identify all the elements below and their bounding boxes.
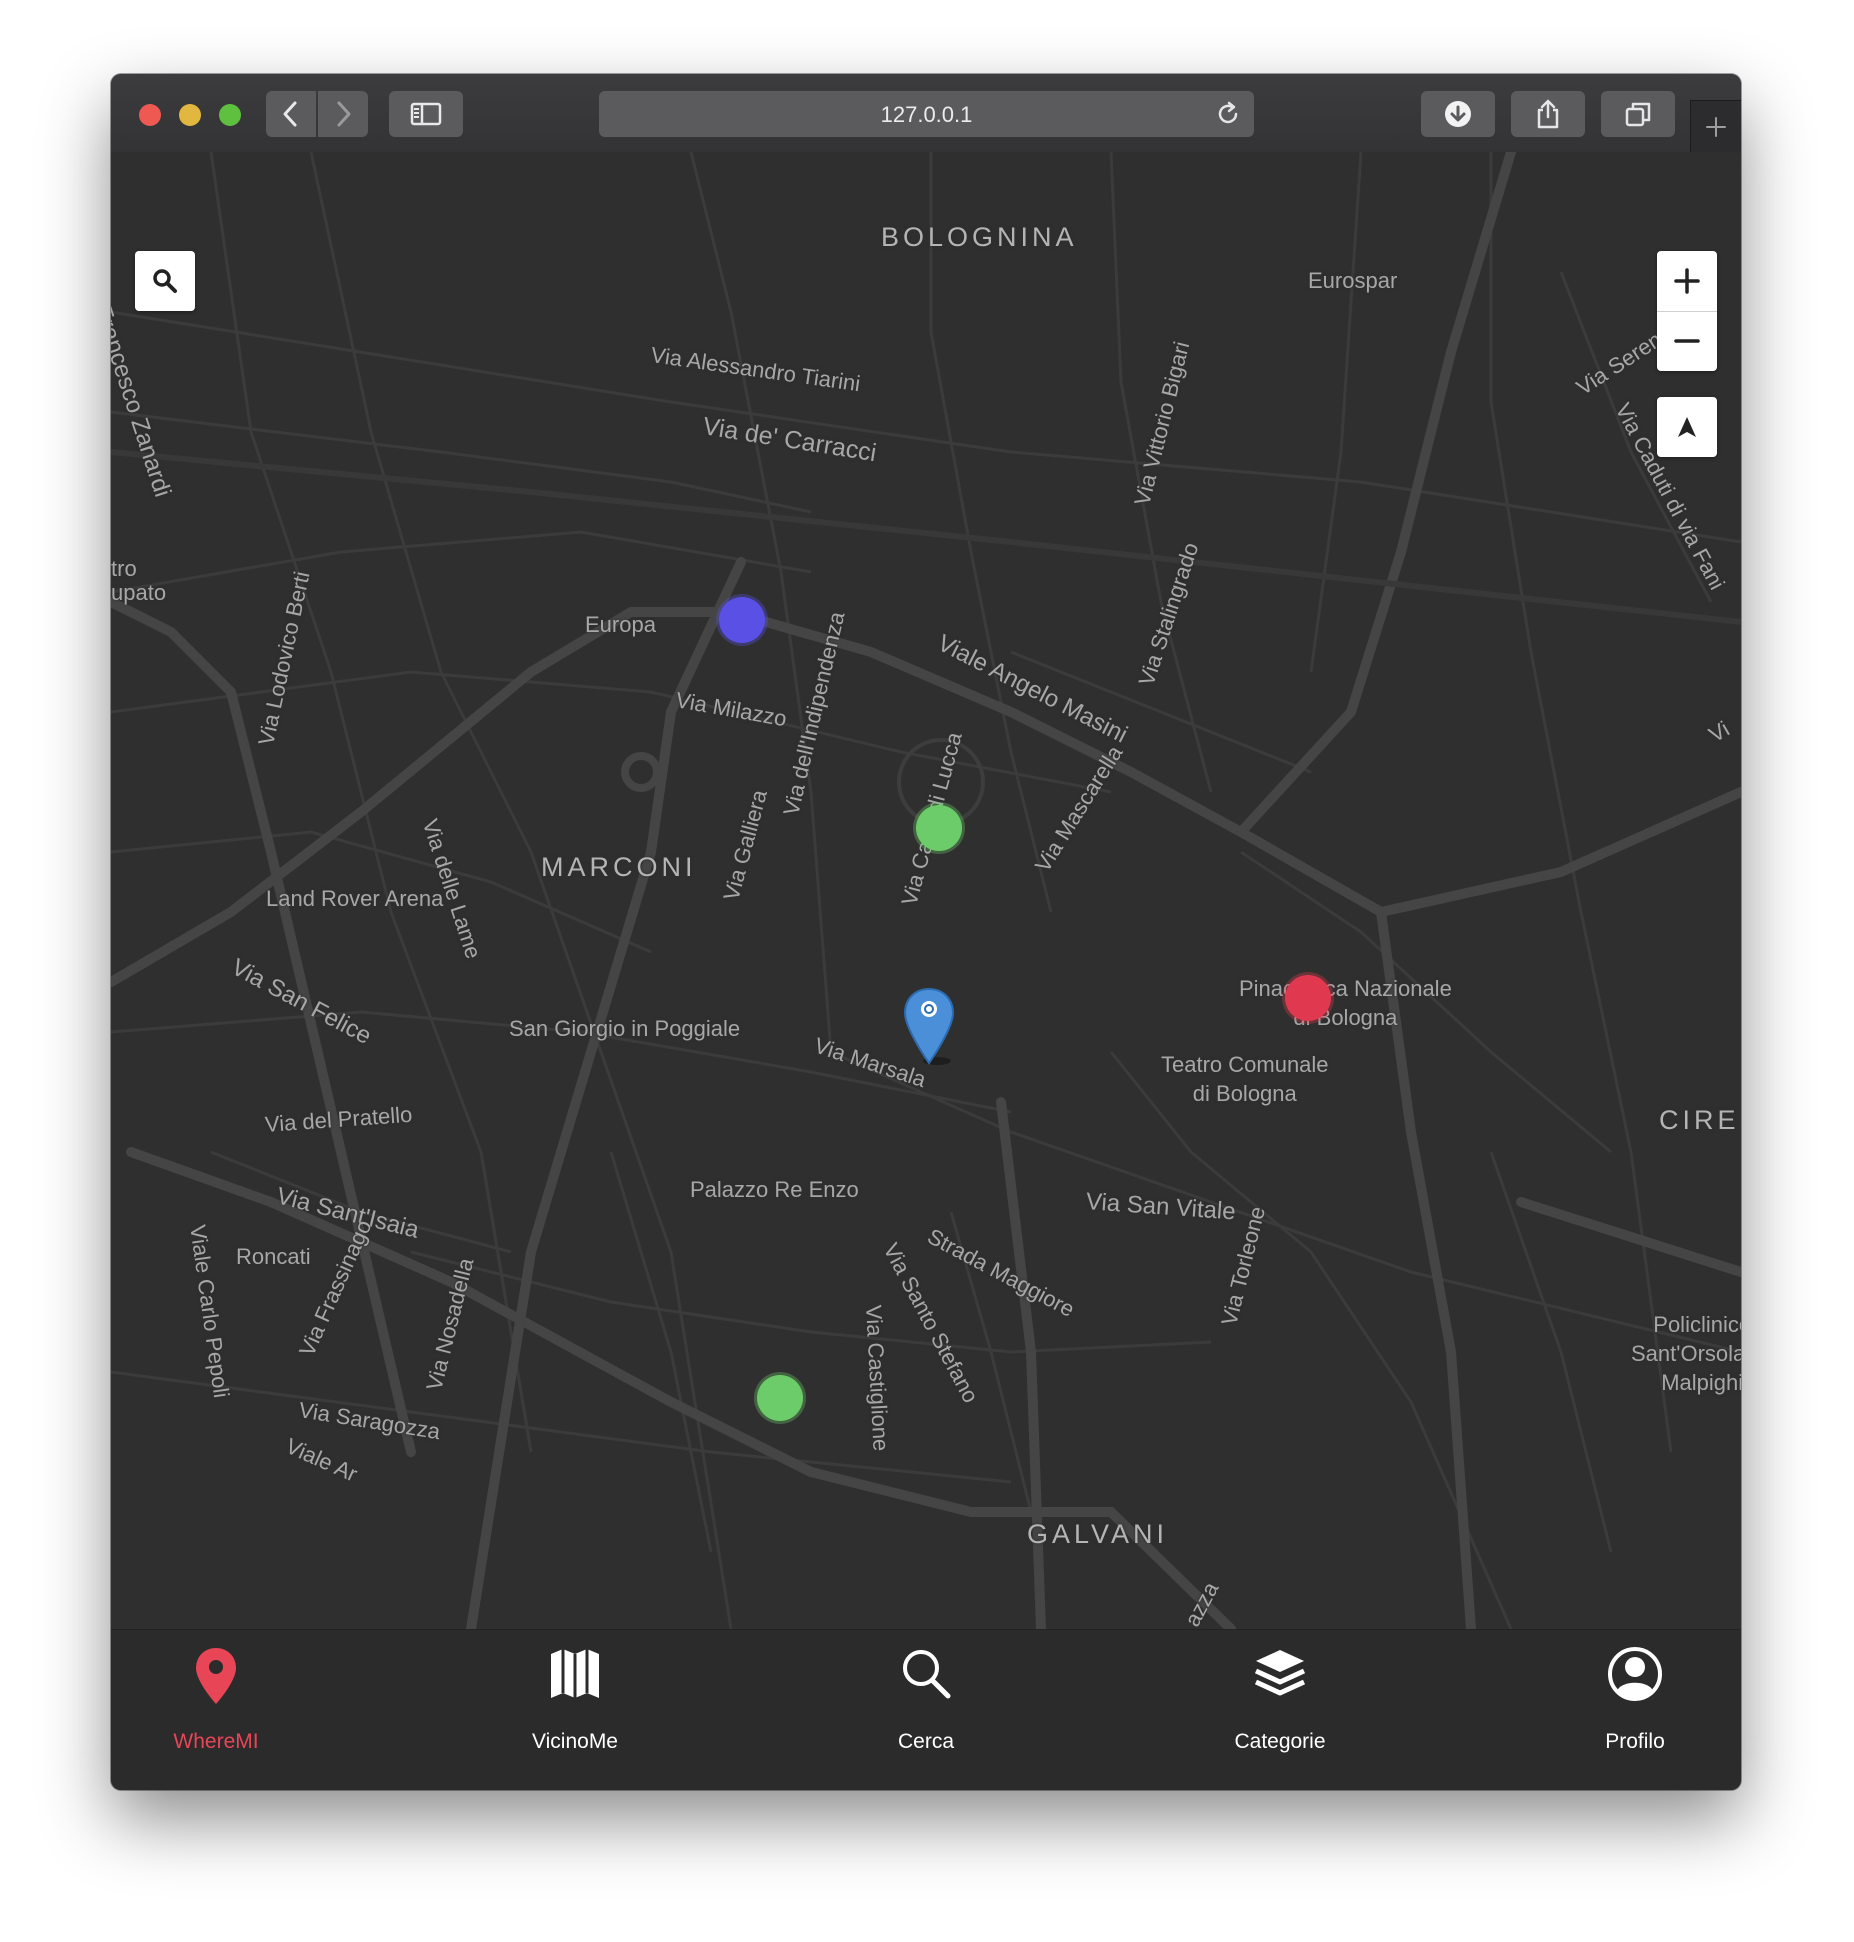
browser-toolbar: 127.0.0.1 (111, 74, 1741, 153)
poi-label: Policlinico Sant'Orsola — Malpighi (1631, 1312, 1741, 1395)
map-view[interactable]: BOLOGNINA MARCONI GALVANI CIRE Via Aless… (111, 152, 1741, 1629)
tab-overview-button[interactable] (1601, 91, 1675, 137)
bottom-tab-bar: WhereMI VicinoMe Cerca Categorie Profilo (111, 1629, 1741, 1790)
user-circle-icon (1608, 1647, 1662, 1701)
user-location-pin-icon[interactable] (903, 987, 955, 1067)
close-window-button[interactable] (139, 104, 161, 126)
sidebar-toggle-button[interactable] (389, 91, 463, 137)
poi-label: Teatro Comunale di Bologna (1161, 1052, 1329, 1106)
address-bar[interactable]: 127.0.0.1 (599, 91, 1254, 137)
street-label: Roncati (236, 1244, 311, 1269)
map-icon (551, 1649, 599, 1698)
tab-label: Categorie (1234, 1730, 1326, 1753)
street-label: Europa (585, 612, 656, 637)
search-icon (153, 269, 177, 293)
zoom-control (1657, 251, 1717, 371)
minimize-window-button[interactable] (179, 104, 201, 126)
map-search-button[interactable] (135, 251, 195, 311)
tabs-icon (1625, 102, 1651, 127)
tab-label: VicinoMe (532, 1730, 618, 1753)
tab-label: Cerca (897, 1730, 955, 1753)
tab-categorie[interactable]: Categorie (1180, 1630, 1380, 1790)
zoom-in-button[interactable] (1657, 251, 1717, 312)
maximize-window-button[interactable] (219, 104, 241, 126)
navigation-arrow-icon (1678, 417, 1696, 437)
poi-label: Pinacoteca Nazionale di Bologna (1239, 976, 1452, 1030)
tab-wheremi[interactable]: WhereMI (116, 1630, 316, 1790)
district-label: MARCONI (541, 852, 697, 882)
map-pin-icon (196, 1648, 236, 1704)
search-icon (903, 1650, 951, 1699)
district-label: BOLOGNINA (881, 222, 1078, 252)
forward-icon (337, 101, 351, 127)
downloads-button[interactable] (1421, 91, 1495, 137)
reload-icon[interactable] (1214, 100, 1242, 128)
map-marker[interactable] (1285, 975, 1331, 1021)
share-icon (1537, 99, 1559, 129)
street-label: tro (111, 556, 137, 581)
street-label: upato (111, 580, 167, 605)
back-button[interactable] (266, 91, 316, 137)
minus-icon (1674, 339, 1700, 343)
tab-cerca[interactable]: Cerca (826, 1630, 1026, 1790)
sidebar-icon (410, 102, 442, 126)
map-marker[interactable] (719, 597, 765, 643)
street-label: Eurospar (1308, 268, 1398, 293)
browser-window: 127.0.0.1 BOLOGNINA MARCONI GALVANI CIRE… (111, 74, 1741, 1790)
forward-button[interactable] (318, 91, 368, 137)
tab-label: Profilo (1605, 1730, 1665, 1753)
layers-icon (1254, 1650, 1306, 1696)
new-tab-icon (1706, 117, 1726, 137)
poi-label: Land Rover Arena (266, 886, 444, 911)
district-label: GALVANI (1027, 1519, 1169, 1549)
tab-label: WhereMI (173, 1730, 259, 1753)
zoom-out-button[interactable] (1657, 311, 1717, 371)
url-text: 127.0.0.1 (880, 102, 973, 127)
new-tab-button[interactable] (1690, 100, 1741, 153)
map-marker[interactable] (757, 1375, 803, 1421)
back-icon (283, 101, 297, 127)
district-label: CIRE (1659, 1105, 1740, 1135)
plus-icon (1674, 268, 1700, 294)
share-button[interactable] (1511, 91, 1585, 137)
compass-button[interactable] (1657, 397, 1717, 457)
poi-label: San Giorgio in Poggiale (509, 1016, 741, 1041)
poi-label: Palazzo Re Enzo (690, 1177, 859, 1202)
map-marker[interactable] (916, 805, 962, 851)
download-icon (1445, 101, 1471, 127)
tab-vicinome[interactable]: VicinoMe (475, 1630, 675, 1790)
tab-profilo[interactable]: Profilo (1535, 1630, 1735, 1790)
